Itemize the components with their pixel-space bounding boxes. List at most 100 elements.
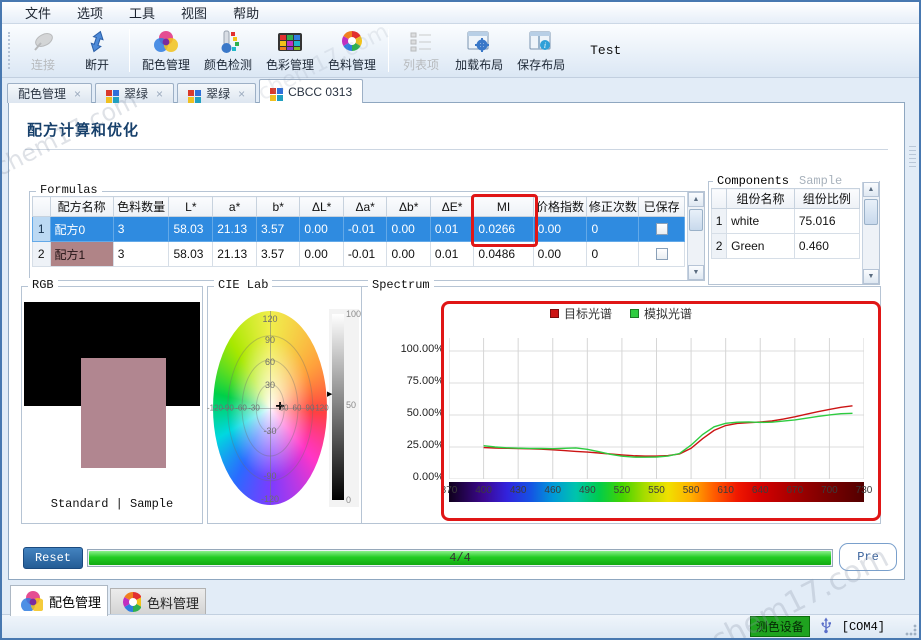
components-cell[interactable]: Green bbox=[727, 234, 795, 259]
components-column-header[interactable]: 组份名称 bbox=[727, 189, 795, 209]
scrollbar-thumb[interactable] bbox=[689, 209, 703, 231]
formulas-row[interactable]: 2配方1358.0321.133.570.00-0.010.000.010.04… bbox=[33, 242, 685, 267]
saved-checkbox[interactable] bbox=[656, 248, 668, 260]
components-cell[interactable]: white bbox=[727, 209, 795, 234]
menu-item-2[interactable]: 工具 bbox=[116, 1, 168, 24]
toolbar-button-color-matching[interactable]: 配色管理 bbox=[135, 27, 197, 74]
scrollbar-thumb[interactable] bbox=[864, 199, 878, 225]
cielab-color-wheel[interactable]: + 120906030-30-90-120-120-90-60-30306090… bbox=[213, 311, 327, 505]
formulas-column-header[interactable]: Δa* bbox=[343, 197, 387, 217]
formulas-column-header[interactable]: 修正次数 bbox=[587, 197, 639, 217]
toolbar-button-save-layout[interactable]: i保存布局 bbox=[510, 27, 572, 74]
rgb-caption: Standard | Sample bbox=[24, 497, 200, 511]
toolbar-button-colorant-manage[interactable]: 色料管理 bbox=[321, 27, 383, 74]
formulas-column-header[interactable]: ΔL* bbox=[300, 197, 343, 217]
saved-checkbox[interactable] bbox=[656, 223, 668, 235]
formulas-column-header[interactable]: L* bbox=[169, 197, 213, 217]
formulas-cell[interactable]: -0.01 bbox=[343, 242, 387, 267]
formulas-column-header[interactable]: 已保存 bbox=[639, 197, 685, 217]
formulas-cell[interactable]: 58.03 bbox=[169, 217, 213, 242]
formulas-column-header[interactable]: Δb* bbox=[387, 197, 430, 217]
formulas-cell[interactable]: 3 bbox=[113, 242, 169, 267]
lightness-gradient-bar[interactable] bbox=[332, 314, 344, 500]
components-row[interactable]: 1white75.016 bbox=[712, 209, 860, 234]
scroll-up-icon[interactable]: ▲ bbox=[688, 192, 704, 207]
formulas-cell[interactable]: -0.01 bbox=[343, 217, 387, 242]
components-tab-active[interactable]: Components bbox=[717, 174, 789, 188]
document-tab-1[interactable]: 翠绿× bbox=[95, 83, 174, 103]
formulas-cell[interactable]: 3 bbox=[113, 217, 169, 242]
formulas-cell[interactable]: 0.0486 bbox=[474, 242, 533, 267]
formulas-column-header[interactable]: MI bbox=[474, 197, 533, 217]
pre-button[interactable]: Pre bbox=[839, 543, 897, 571]
formulas-cell[interactable]: 0.01 bbox=[430, 217, 473, 242]
toolbar-test-button[interactable]: Test bbox=[590, 43, 621, 58]
formulas-cell[interactable]: 21.13 bbox=[213, 242, 257, 267]
formulas-cell[interactable]: 2 bbox=[33, 242, 51, 267]
lightness-marker-icon[interactable]: ▶ bbox=[327, 390, 332, 398]
reset-button[interactable]: Reset bbox=[23, 547, 83, 569]
components-row[interactable]: 2Green0.460 bbox=[712, 234, 860, 259]
tab-close-icon[interactable]: × bbox=[74, 87, 81, 101]
resize-grip[interactable] bbox=[905, 624, 917, 636]
formulas-cell[interactable]: 21.13 bbox=[213, 217, 257, 242]
formulas-cell[interactable]: 0.00 bbox=[533, 242, 587, 267]
components-cell[interactable]: 2 bbox=[712, 234, 727, 259]
scroll-down-icon[interactable]: ▼ bbox=[863, 269, 879, 284]
formulas-scrollbar[interactable]: ▲ ▼ bbox=[687, 192, 704, 280]
toolbar-button-connect[interactable]: 连接 bbox=[16, 27, 70, 74]
menu-item-0[interactable]: 文件 bbox=[12, 1, 64, 24]
formulas-cell[interactable]: 0 bbox=[587, 242, 639, 267]
formulas-cell[interactable]: 配方0 bbox=[50, 217, 113, 242]
bottom-tab-colorant-manage[interactable]: 色料管理 bbox=[110, 588, 206, 616]
document-tab-2[interactable]: 翠绿× bbox=[177, 83, 256, 103]
components-column-header[interactable] bbox=[712, 189, 727, 209]
a-axis-tick: -90 bbox=[222, 404, 234, 413]
toolbar-button-label: 断开 bbox=[85, 56, 109, 73]
formulas-column-header[interactable] bbox=[33, 197, 51, 217]
formulas-column-header[interactable]: 配方名称 bbox=[50, 197, 113, 217]
components-cell[interactable]: 75.016 bbox=[794, 209, 859, 234]
toolbar-button-list-items[interactable]: 列表项 bbox=[394, 27, 448, 74]
toolbar-button-disconnect[interactable]: 断开 bbox=[70, 27, 124, 74]
formulas-cell[interactable]: 3.57 bbox=[256, 217, 299, 242]
formulas-cell[interactable]: 0.0266 bbox=[474, 217, 533, 242]
toolbar-button-color-detect[interactable]: 颜色检测 bbox=[197, 27, 259, 74]
formulas-cell[interactable]: 0.00 bbox=[533, 217, 587, 242]
formulas-column-header[interactable]: 价格指数 bbox=[533, 197, 587, 217]
menu-item-1[interactable]: 选项 bbox=[64, 1, 116, 24]
document-tab-3[interactable]: CBCC 0313 bbox=[259, 79, 363, 103]
toolbar-button-label: 颜色检测 bbox=[204, 56, 252, 73]
formulas-cell[interactable]: 0.00 bbox=[387, 242, 430, 267]
formulas-cell[interactable]: 0.00 bbox=[300, 242, 343, 267]
formulas-cell[interactable]: 3.57 bbox=[256, 242, 299, 267]
formulas-row[interactable]: 1配方0358.0321.133.570.00-0.010.000.010.02… bbox=[33, 217, 685, 242]
formulas-cell[interactable]: 0 bbox=[587, 217, 639, 242]
lightness-scale[interactable]: 100 50 0 ▶ bbox=[329, 309, 359, 507]
formulas-cell[interactable]: 1 bbox=[33, 217, 51, 242]
formulas-column-header[interactable]: 色料数量 bbox=[113, 197, 169, 217]
components-scrollbar[interactable]: ▲ ▼ bbox=[862, 182, 879, 284]
menu-item-4[interactable]: 帮助 bbox=[220, 1, 272, 24]
scroll-up-icon[interactable]: ▲ bbox=[863, 182, 879, 197]
components-cell[interactable]: 1 bbox=[712, 209, 727, 234]
formulas-cell[interactable]: 0.00 bbox=[387, 217, 430, 242]
tab-close-icon[interactable]: × bbox=[156, 87, 163, 101]
formulas-cell[interactable]: 配方1 bbox=[50, 242, 113, 267]
components-cell[interactable]: 0.460 bbox=[794, 234, 859, 259]
formulas-cell[interactable]: 0.01 bbox=[430, 242, 473, 267]
scroll-down-icon[interactable]: ▼ bbox=[688, 265, 704, 280]
formulas-column-header[interactable]: ΔE* bbox=[430, 197, 473, 217]
components-column-header[interactable]: 组份比例 bbox=[794, 189, 859, 209]
formulas-cell[interactable]: 58.03 bbox=[169, 242, 213, 267]
bottom-tab-color-matching[interactable]: 配色管理 bbox=[10, 585, 108, 616]
toolbar-button-load-layout[interactable]: 加载布局 bbox=[448, 27, 510, 74]
document-tab-0[interactable]: 配色管理× bbox=[7, 83, 92, 103]
menu-item-3[interactable]: 视图 bbox=[168, 1, 220, 24]
formulas-column-header[interactable]: b* bbox=[256, 197, 299, 217]
toolbar-button-color-manage[interactable]: 色彩管理 bbox=[259, 27, 321, 74]
tab-close-icon[interactable]: × bbox=[238, 87, 245, 101]
side-splitter[interactable] bbox=[907, 104, 919, 578]
formulas-cell[interactable]: 0.00 bbox=[300, 217, 343, 242]
formulas-column-header[interactable]: a* bbox=[213, 197, 257, 217]
